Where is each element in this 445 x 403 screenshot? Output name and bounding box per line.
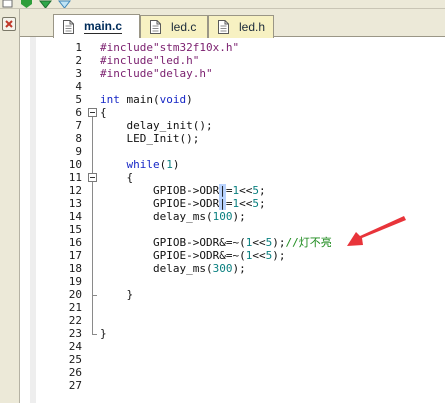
line-number: 10 <box>68 158 82 171</box>
line-numbers: 1 2 3 4 5 6 7 8 9 10 11 12 13 14 15 16 17 18 19 20 21 22 23 24 2… <box>36 41 82 392</box>
code-line[interactable] <box>100 366 440 379</box>
tab-label: main.c <box>84 19 123 34</box>
code-line[interactable]: } <box>100 327 440 340</box>
line-number: 19 <box>68 275 82 288</box>
code-line[interactable]: int main(void) <box>100 93 440 106</box>
line-number: 4 <box>75 80 82 93</box>
fold-end <box>92 334 97 335</box>
code-line[interactable]: delay_init(); <box>100 119 440 132</box>
tab-label: led.h <box>239 20 266 34</box>
line-number-gutter: 1 2 3 4 5 6 7 8 9 10 11 12 13 14 15 16 17 18 19 20 21 22 23 24 2… <box>20 37 86 403</box>
toolbar <box>0 0 445 9</box>
line-number: 1 <box>75 41 82 54</box>
fold-end <box>92 295 97 296</box>
line-number: 6 <box>75 106 82 119</box>
fold-column <box>88 41 98 393</box>
code-line[interactable]: { <box>100 171 440 184</box>
code-line[interactable]: while(1) <box>100 158 440 171</box>
line-number: 9 <box>75 145 82 158</box>
line-number: 24 <box>68 340 82 353</box>
line-number: 8 <box>75 132 82 145</box>
line-number: 22 <box>68 314 82 327</box>
line-number: 5 <box>75 93 82 106</box>
code-line[interactable] <box>100 353 440 366</box>
line-number: 27 <box>68 379 82 392</box>
line-number: 11 <box>68 171 82 184</box>
code-line[interactable]: #include"led.h" <box>100 54 440 67</box>
new-file-icon[interactable] <box>1 0 14 8</box>
fold-toggle-main[interactable] <box>88 108 97 117</box>
code-line[interactable]: GPIOB->ODR|=1<<5; <box>100 184 440 197</box>
blue-arrow-down-icon[interactable] <box>58 0 71 8</box>
line-number: 25 <box>68 353 82 366</box>
fold-guide <box>92 116 93 334</box>
tab-main-c[interactable]: main.c <box>53 14 140 38</box>
line-number: 26 <box>68 366 82 379</box>
active-tab-indicator <box>54 35 139 38</box>
file-icon <box>218 20 229 34</box>
line-number: 3 <box>75 67 82 80</box>
close-panel-button[interactable] <box>2 17 16 31</box>
code-line[interactable]: #include"delay.h" <box>100 67 440 80</box>
line-number: 16 <box>68 236 82 249</box>
line-number: 7 <box>75 119 82 132</box>
line-number: 14 <box>68 210 82 223</box>
file-icon <box>63 19 74 34</box>
tab-label: led.c <box>171 20 197 34</box>
code-line[interactable] <box>100 275 440 288</box>
code-line[interactable]: delay_ms(300); <box>100 262 440 275</box>
code-line[interactable]: { <box>100 106 440 119</box>
line-number: 17 <box>68 249 82 262</box>
code-line[interactable]: #include"stm32f10x.h" <box>100 41 440 54</box>
line-number: 20 <box>68 288 82 301</box>
file-icon <box>150 20 161 34</box>
line-number: 18 <box>68 262 82 275</box>
line-number: 23 <box>68 327 82 340</box>
file-tab-bar: main.c led.c led.h <box>20 9 445 38</box>
tab-led-c[interactable]: led.c <box>140 15 208 38</box>
code-line[interactable] <box>100 145 440 158</box>
code-line[interactable]: LED_Init(); <box>100 132 440 145</box>
close-icon <box>5 20 13 28</box>
fold-toggle-while[interactable] <box>88 173 97 182</box>
code-line[interactable] <box>100 314 440 327</box>
red-arrow-annotation <box>347 216 406 246</box>
code-line[interactable] <box>100 301 440 314</box>
green-arrow-down-icon[interactable] <box>39 0 52 8</box>
code-line[interactable] <box>100 80 440 93</box>
line-number: 13 <box>68 197 82 210</box>
tab-led-h[interactable]: led.h <box>208 15 274 38</box>
line-number: 21 <box>68 301 82 314</box>
code-line[interactable]: } <box>100 288 440 301</box>
code-line[interactable] <box>100 340 440 353</box>
line-number: 15 <box>68 223 82 236</box>
left-dock-panel <box>0 9 20 403</box>
line-number: 12 <box>68 184 82 197</box>
green-arrow-down-icon[interactable] <box>20 0 33 8</box>
code-line[interactable]: GPIOE->ODR|=1<<5; <box>100 197 440 210</box>
line-number: 2 <box>75 54 82 67</box>
code-line[interactable] <box>100 379 440 392</box>
